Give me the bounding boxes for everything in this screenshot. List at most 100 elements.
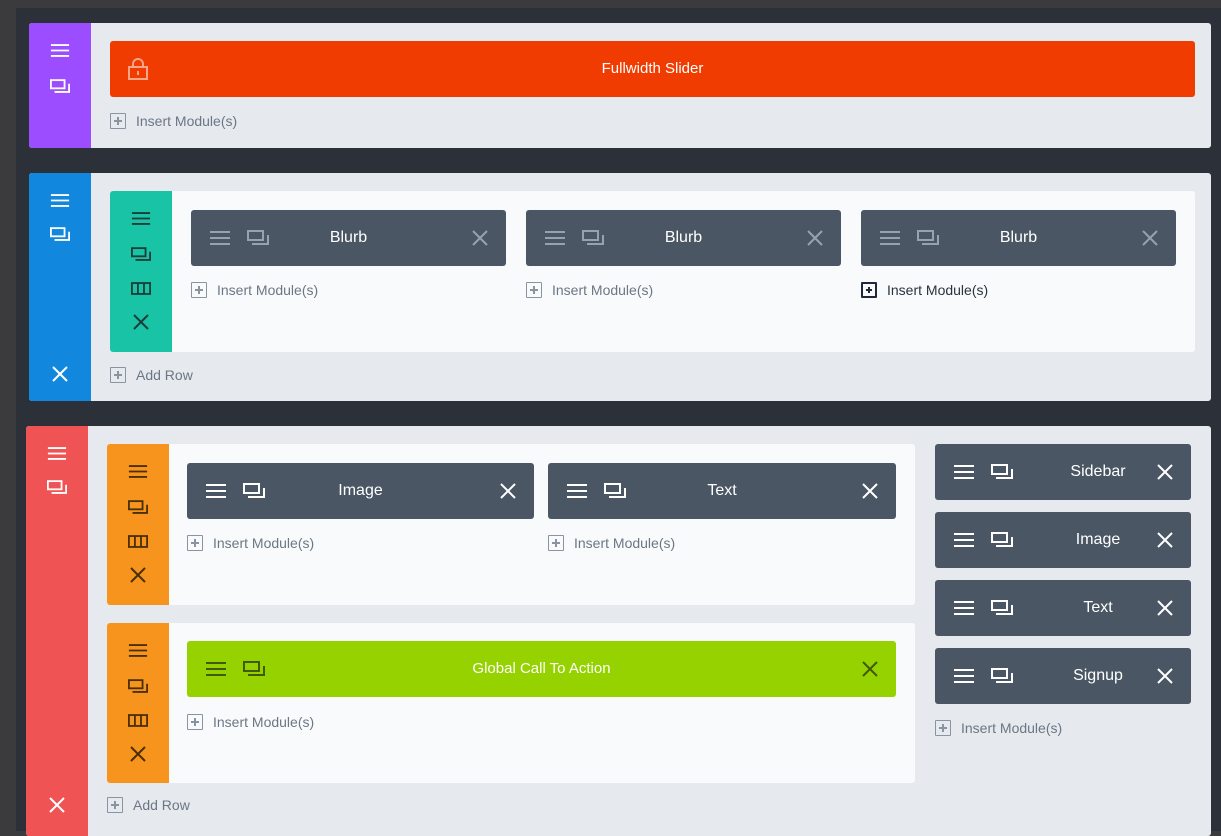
duplicate-icon[interactable] [247,210,269,266]
menu-icon[interactable] [544,210,566,266]
menu-icon[interactable] [26,440,88,466]
module-label: Blurb [664,229,703,246]
text-module[interactable]: Text [548,463,896,519]
plus-icon [110,367,126,383]
sidebar-module[interactable]: Sidebar [935,444,1191,500]
module-label: Global Call To Action [472,660,611,677]
text-module[interactable]: Text [935,580,1191,636]
menu-icon[interactable] [205,463,227,519]
plus-icon [191,282,207,298]
duplicate-icon[interactable] [991,648,1013,704]
duplicate-icon[interactable] [991,580,1013,636]
image-module[interactable]: Image [187,463,534,519]
module-label: Image [338,482,383,499]
plus-icon [187,535,203,551]
row-handle[interactable] [107,444,169,605]
row-handle[interactable] [110,191,172,352]
insert-module-button[interactable]: Insert Module(s) [110,113,237,129]
add-row-button[interactable]: Add Row [107,797,190,813]
lock-icon[interactable] [128,41,148,97]
insert-module-button[interactable]: Insert Module(s) [187,714,314,730]
insert-module-button[interactable]: Insert Module(s) [548,535,675,551]
plus-icon [187,714,203,730]
fullwidth-slider-module[interactable]: Fullwidth Slider [110,41,1195,97]
menu-icon[interactable] [566,463,588,519]
duplicate-icon[interactable] [26,474,88,500]
insert-module-button[interactable]: Insert Module(s) [187,535,314,551]
close-icon[interactable] [110,309,172,335]
plus-icon [548,535,564,551]
regular-section: Blurb Insert Module(s) Blurb Insert Modu… [29,173,1211,401]
close-icon[interactable] [1157,512,1173,568]
row-handle[interactable] [107,623,169,783]
close-icon[interactable] [26,792,88,818]
signup-module[interactable]: Signup [935,648,1191,704]
close-icon[interactable] [1157,648,1173,704]
menu-icon[interactable] [953,512,975,568]
close-icon[interactable] [472,210,488,266]
blurb-module[interactable]: Blurb [861,210,1176,266]
insert-module-button[interactable]: Insert Module(s) [526,282,653,298]
menu-icon[interactable] [107,637,169,663]
specialty-section: Image Insert Module(s) Text Insert Modul… [26,426,1211,836]
module-label: Blurb [999,229,1038,246]
section-handle[interactable] [26,426,88,836]
add-row-button[interactable]: Add Row [110,367,193,383]
plus-icon [861,282,877,298]
menu-icon[interactable] [110,205,172,231]
close-icon[interactable] [807,210,823,266]
duplicate-icon[interactable] [29,73,91,99]
plus-icon [526,282,542,298]
duplicate-icon[interactable] [604,463,626,519]
fullwidth-section: Fullwidth Slider Insert Module(s) [29,23,1211,148]
plus-icon [107,797,123,813]
close-icon[interactable] [1157,580,1173,636]
duplicate-icon[interactable] [991,512,1013,568]
duplicate-icon[interactable] [991,444,1013,500]
columns-icon[interactable] [110,275,172,301]
menu-icon[interactable] [205,641,227,697]
duplicate-icon[interactable] [107,673,169,699]
module-label: Fullwidth Slider [601,60,704,77]
duplicate-icon[interactable] [110,241,172,267]
duplicate-icon[interactable] [107,494,169,520]
image-module[interactable]: Image [935,512,1191,568]
duplicate-icon[interactable] [29,221,91,247]
close-icon[interactable] [862,641,878,697]
columns-icon[interactable] [107,707,169,733]
menu-icon[interactable] [879,210,901,266]
menu-icon[interactable] [953,580,975,636]
menu-icon[interactable] [953,648,975,704]
duplicate-icon[interactable] [582,210,604,266]
close-icon[interactable] [29,361,91,387]
module-label: Text [707,482,737,499]
menu-icon[interactable] [953,444,975,500]
insert-module-button-hover[interactable]: Insert Module(s) [861,282,988,298]
insert-module-button[interactable]: Insert Module(s) [191,282,318,298]
menu-icon[interactable] [29,187,91,213]
plus-icon [110,113,126,129]
close-icon[interactable] [107,741,169,767]
duplicate-icon[interactable] [243,463,265,519]
section-handle[interactable] [29,173,91,401]
close-icon[interactable] [1142,210,1158,266]
menu-icon[interactable] [107,458,169,484]
close-icon[interactable] [862,463,878,519]
menu-icon[interactable] [29,37,91,63]
blurb-module[interactable]: Blurb [191,210,506,266]
menu-icon[interactable] [209,210,231,266]
plus-icon [935,720,951,736]
duplicate-icon[interactable] [243,641,265,697]
insert-module-button[interactable]: Insert Module(s) [935,720,1062,736]
module-label: Blurb [329,229,368,246]
duplicate-icon[interactable] [917,210,939,266]
close-icon[interactable] [1157,444,1173,500]
columns-icon[interactable] [107,528,169,554]
global-call-to-action-module[interactable]: Global Call To Action [187,641,896,697]
blurb-module[interactable]: Blurb [526,210,841,266]
close-icon[interactable] [500,463,516,519]
row: Image Insert Module(s) Text Insert Modul… [107,444,915,605]
close-icon[interactable] [107,562,169,588]
builder-canvas: Fullwidth Slider Insert Module(s) Blurb … [16,8,1221,836]
section-handle[interactable] [29,23,91,148]
